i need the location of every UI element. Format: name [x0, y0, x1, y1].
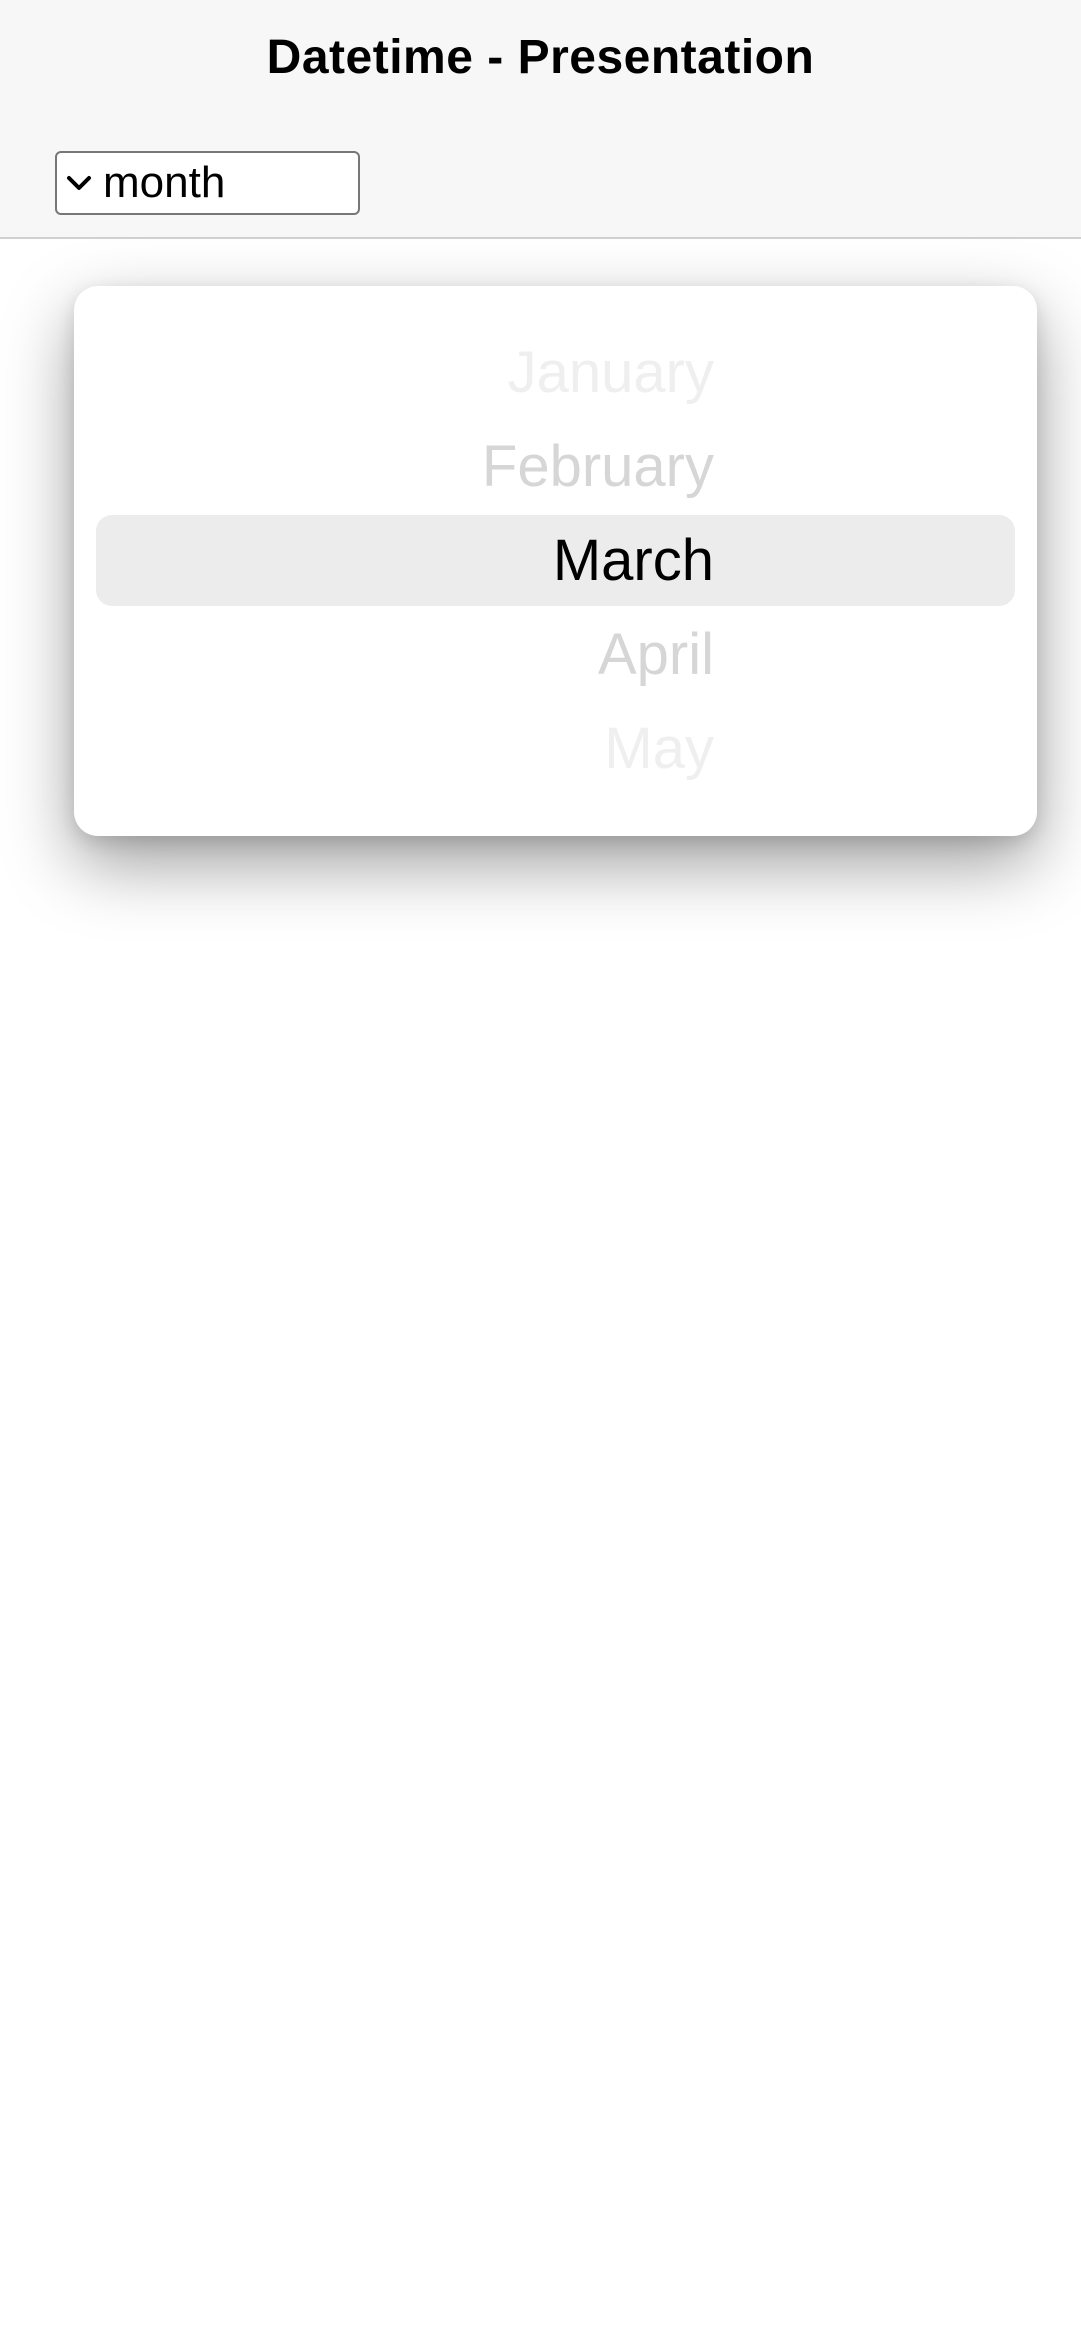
- presentation-select-value: month: [103, 158, 226, 207]
- month-picker[interactable]: January February March April May: [74, 286, 1037, 836]
- page-title: Datetime - Presentation: [266, 31, 815, 84]
- month-option-january[interactable]: January: [508, 338, 714, 408]
- month-option-april[interactable]: April: [598, 620, 714, 690]
- month-option-march-selected[interactable]: March: [553, 526, 714, 596]
- presentation-select[interactable]: month: [55, 151, 360, 215]
- month-option-february[interactable]: February: [482, 432, 714, 502]
- month-option-may[interactable]: May: [604, 714, 714, 784]
- chevron-down-icon: [65, 169, 93, 197]
- toolbar-header: Datetime - Presentation month: [0, 0, 1081, 239]
